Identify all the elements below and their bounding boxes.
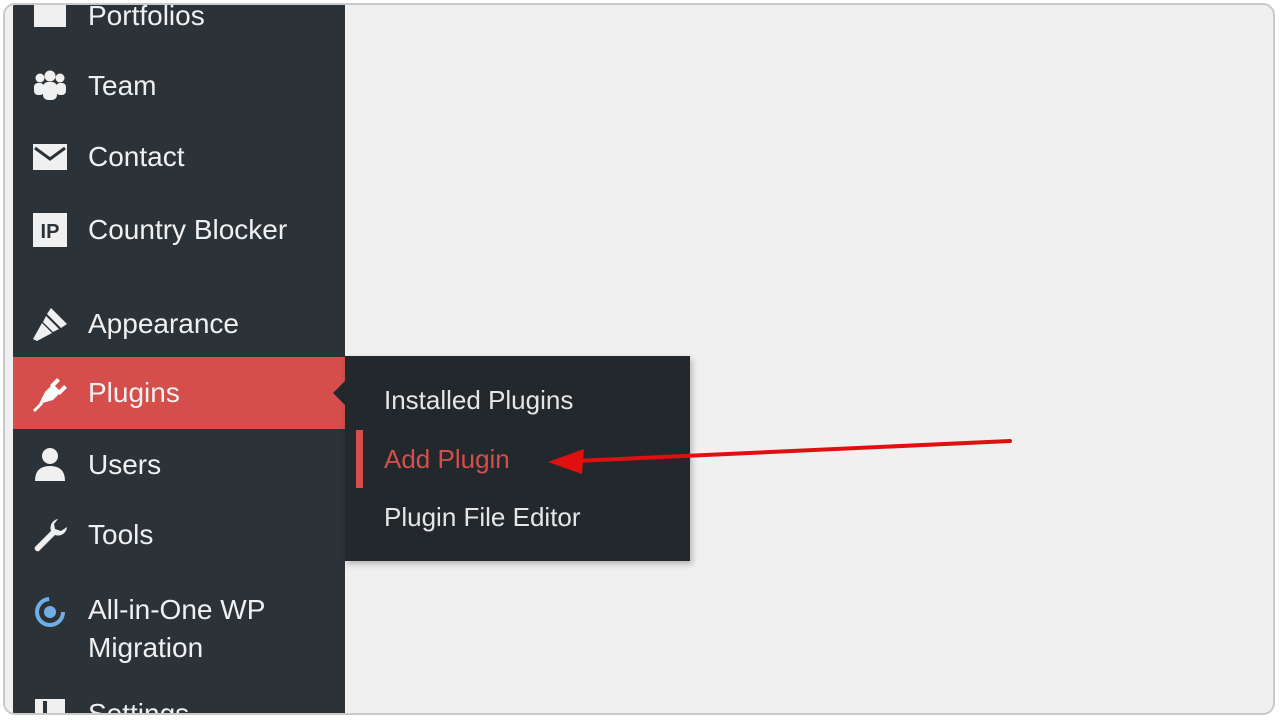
sidebar-item-label-line1: All-in-One WP — [88, 594, 266, 625]
ip-icon: IP — [31, 211, 69, 249]
sidebar-item-label: Portfolios — [88, 3, 205, 31]
sidebar-item-label: Settings — [88, 698, 190, 715]
sidebar-item-settings[interactable]: Settings — [13, 695, 345, 715]
user-icon — [31, 446, 69, 484]
wrench-icon — [31, 516, 69, 554]
sidebar-item-label: Contact — [88, 141, 185, 172]
sidebar-item-country-blocker[interactable]: IP Country Blocker — [13, 211, 345, 249]
sidebar-item-contact[interactable]: Contact — [13, 138, 345, 176]
sidebar-item-plugins[interactable]: Plugins — [13, 357, 345, 429]
sidebar-item-label: Users — [88, 449, 162, 480]
admin-sidebar: Portfolios Team Contact IP Country Block… — [13, 3, 345, 715]
sidebar-item-label: Country Blocker — [88, 214, 288, 245]
envelope-icon — [31, 138, 69, 176]
plugins-submenu: Installed Plugins Add Plugin Plugin File… — [345, 356, 690, 561]
submenu-item-add-plugin[interactable]: Add Plugin — [384, 442, 510, 476]
migration-icon — [31, 593, 69, 631]
submenu-item-installed-plugins[interactable]: Installed Plugins — [384, 383, 573, 417]
sidebar-item-tools[interactable]: Tools — [13, 516, 345, 554]
sidebar-item-users[interactable]: Users — [13, 446, 345, 484]
plugin-icon — [31, 374, 69, 412]
brush-icon — [31, 305, 69, 343]
settings-icon — [31, 695, 69, 713]
sidebar-item-label: Plugins — [88, 377, 180, 408]
sidebar-item-appearance[interactable]: Appearance — [13, 305, 345, 343]
screenshot-frame: Portfolios Team Contact IP Country Block… — [3, 3, 1275, 715]
sidebar-item-label: Tools — [88, 519, 154, 550]
current-item-indicator — [356, 430, 363, 488]
sidebar-item-label: Team — [88, 70, 157, 101]
svg-text:IP: IP — [41, 221, 60, 243]
sidebar-item-label-line2: Migration — [88, 632, 204, 663]
team-icon — [31, 67, 69, 105]
sidebar-item-portfolios[interactable]: Portfolios — [13, 3, 345, 35]
sidebar-item-label: Appearance — [88, 308, 240, 339]
portfolio-icon — [31, 5, 69, 35]
sidebar-item-team[interactable]: Team — [13, 67, 345, 105]
submenu-item-plugin-file-editor[interactable]: Plugin File Editor — [384, 500, 581, 534]
sidebar-item-all-in-one-wp-migration[interactable]: All-in-One WP Migration — [13, 589, 345, 667]
